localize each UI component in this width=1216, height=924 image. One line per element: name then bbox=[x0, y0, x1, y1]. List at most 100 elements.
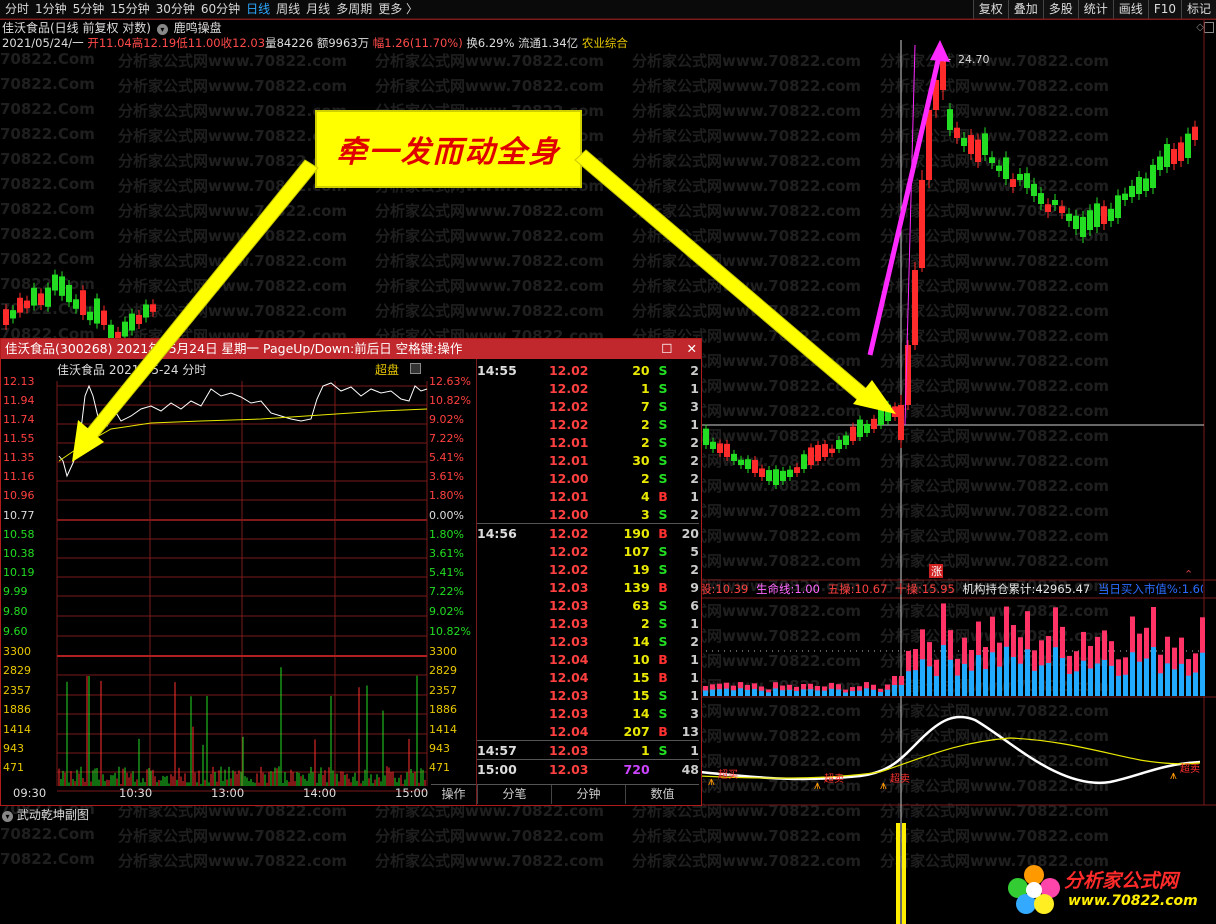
candle-body bbox=[857, 419, 863, 437]
candle-body bbox=[892, 406, 898, 417]
tick-count: 1 bbox=[690, 488, 699, 504]
bottom-panel-title-row: ▾ 武动乾坤副图 bbox=[2, 806, 89, 823]
candle-body bbox=[912, 270, 918, 345]
tick-time bbox=[477, 704, 549, 722]
logo-main: 分析家公式网 bbox=[1064, 870, 1179, 892]
chevron-down-icon[interactable]: ▾ bbox=[2, 811, 13, 822]
peak-label: 24.70 bbox=[958, 53, 990, 66]
bottom-panel-title: 武动乾坤副图 bbox=[16, 808, 89, 822]
indicator-bar bbox=[710, 689, 715, 696]
operate-button[interactable]: 操作 bbox=[431, 784, 476, 804]
candle-body bbox=[982, 133, 988, 155]
indicator-bar bbox=[941, 645, 946, 696]
signal-marker: 超卖 bbox=[890, 774, 910, 785]
tick-count: 1 bbox=[690, 669, 699, 685]
legend-item: 机构持仓累计:42965.47 bbox=[962, 582, 1094, 596]
tick-price: 12.03 bbox=[548, 579, 589, 595]
candle-body bbox=[1143, 178, 1149, 191]
candle-body bbox=[829, 448, 835, 453]
volume-axis-label: 1414 bbox=[429, 723, 457, 736]
candle-body bbox=[836, 439, 842, 449]
volume-axis-label: 2829 bbox=[3, 664, 31, 677]
tick-time: 14:57 bbox=[477, 740, 549, 759]
indicator-bar bbox=[1123, 674, 1128, 696]
candle-body bbox=[808, 447, 814, 465]
tick-time bbox=[477, 542, 549, 560]
indicator-bar bbox=[864, 688, 869, 696]
price-axis-label: 10.77 bbox=[3, 509, 35, 522]
banner-text: 牵一发而动全身 bbox=[336, 135, 561, 170]
detail-tab[interactable]: 分笔 bbox=[477, 785, 551, 804]
indicator-bar bbox=[976, 655, 981, 696]
signal-marker-icon: ⩚ bbox=[1170, 768, 1177, 782]
candle-body bbox=[1192, 126, 1198, 140]
tick-row: 14:57 12.03 1 S 1 bbox=[477, 740, 699, 759]
tick-side: S bbox=[658, 687, 668, 703]
candle-body bbox=[864, 423, 870, 433]
tick-volume: 30 bbox=[632, 452, 650, 468]
tick-count: 48 bbox=[676, 759, 699, 778]
candle-body bbox=[766, 470, 772, 481]
tick-price: 12.02 bbox=[548, 362, 589, 378]
intraday-popup[interactable]: 佳沃食品(300268) 2021年05月24日 星期一 PageUp/Down… bbox=[0, 338, 702, 806]
close-icon[interactable]: ✕ bbox=[687, 341, 697, 356]
indicator-bar bbox=[1116, 675, 1121, 696]
tick-time: 14:56 bbox=[477, 523, 549, 542]
indicator-bar bbox=[962, 663, 967, 696]
candle-body bbox=[45, 287, 51, 307]
price-axis-label: 9.80 bbox=[3, 605, 28, 618]
tick-price: 12.00 bbox=[548, 470, 589, 486]
candle-body bbox=[996, 165, 1002, 171]
indicator-bar bbox=[773, 688, 778, 696]
popup-titlebar[interactable]: 佳沃食品(300268) 2021年05月24日 星期一 PageUp/Down… bbox=[1, 339, 701, 359]
tick-volume: 4 bbox=[640, 488, 650, 504]
tick-row: 12.03 139 B 9 bbox=[477, 578, 699, 596]
indicator-bar bbox=[1025, 649, 1030, 696]
percent-axis-label: 9.02% bbox=[429, 605, 464, 618]
tick-price: 12.03 bbox=[548, 615, 589, 631]
maximize-icon[interactable]: ☐ bbox=[661, 341, 672, 356]
intraday-chart[interactable] bbox=[1, 359, 477, 805]
price-axis-label: 9.60 bbox=[3, 625, 28, 638]
volume-axis-label: 2357 bbox=[429, 684, 457, 697]
candle-body bbox=[871, 418, 877, 429]
candle-body bbox=[1031, 183, 1037, 196]
indicator-bar bbox=[920, 659, 925, 696]
tick-side: S bbox=[658, 615, 668, 631]
indicator-bar bbox=[1186, 675, 1191, 696]
tick-price: 12.03 bbox=[548, 633, 589, 649]
candle-body bbox=[31, 287, 37, 306]
candle-body bbox=[94, 298, 100, 324]
volume-axis-label: 2829 bbox=[429, 664, 457, 677]
detail-tab[interactable]: 数值 bbox=[625, 785, 699, 804]
indicator-bar bbox=[1074, 671, 1079, 696]
tick-side: B bbox=[658, 669, 668, 685]
tick-volume: 2 bbox=[640, 470, 650, 486]
tick-time bbox=[477, 632, 549, 650]
indicator-bar bbox=[927, 666, 932, 696]
tick-volume: 15 bbox=[632, 669, 650, 685]
indicator-bar bbox=[850, 691, 855, 696]
candle-body bbox=[52, 274, 58, 291]
tick-time bbox=[477, 560, 549, 578]
tick-price: 12.03 bbox=[548, 705, 589, 721]
candle-body bbox=[898, 405, 904, 440]
indicator-bar bbox=[885, 689, 890, 696]
tick-price: 12.04 bbox=[548, 669, 589, 685]
price-axis-label: 12.13 bbox=[3, 375, 35, 388]
detail-tab[interactable]: 分钟 bbox=[551, 785, 625, 804]
candle-body bbox=[129, 313, 135, 331]
indicator-bar bbox=[1088, 668, 1093, 696]
indicator-bar bbox=[1046, 662, 1051, 696]
candle-body bbox=[954, 127, 960, 138]
tick-side: B bbox=[658, 651, 668, 667]
tick-row: 12.02 2 S 1 bbox=[477, 415, 699, 433]
magenta-arrow-icon bbox=[867, 51, 943, 356]
indicator-bar bbox=[899, 685, 904, 696]
signal-marker-icon: ⩚ bbox=[814, 778, 821, 792]
candle-body bbox=[59, 276, 65, 296]
candle-body bbox=[1171, 149, 1177, 164]
indicator-bar bbox=[871, 689, 876, 696]
volume-axis-label: 3300 bbox=[3, 645, 31, 658]
tick-side: S bbox=[658, 398, 668, 414]
